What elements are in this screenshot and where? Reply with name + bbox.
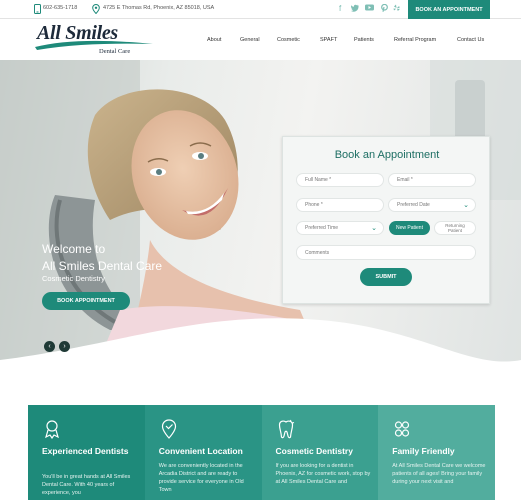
nav-referral-program[interactable]: Referral Program	[394, 37, 436, 43]
feature-body: You'll be in great hands at All Smiles D…	[42, 474, 131, 496]
location-pin-icon	[161, 419, 176, 439]
hero-welcome-line1: Welcome to	[42, 242, 106, 256]
preferred-date-label: Preferred Date	[397, 202, 430, 208]
book-appointment-top-button[interactable]: BOOK AN APPOINTMENT	[408, 0, 490, 19]
full-name-field[interactable]: Full Name *	[296, 173, 384, 187]
top-bar: 602-635-1718 4725 E Thomas Rd, Phoenix, …	[0, 0, 521, 19]
tooth-award-icon	[45, 420, 59, 439]
feature-title: Experienced Dentists	[42, 446, 129, 456]
preferred-date-select[interactable]: Preferred Date ⌄	[388, 198, 476, 212]
full-name-placeholder: Full Name *	[305, 177, 332, 183]
preferred-time-select[interactable]: Preferred Time ⌄	[296, 221, 384, 235]
comments-placeholder: Comments	[305, 249, 330, 256]
feature-body: We are conveniently located in the Arcad…	[158, 463, 244, 493]
nav-about[interactable]: About	[207, 37, 221, 43]
nav-patients[interactable]: Patients	[354, 37, 374, 43]
returning-patient-label: Returning Patient	[445, 223, 465, 233]
submit-button[interactable]: SUBMIT	[360, 268, 412, 286]
slider-prev-button[interactable]: ‹	[44, 341, 55, 352]
feature-title: Cosmetic Dentistry	[275, 446, 353, 456]
returning-patient-toggle[interactable]: Returning Patient	[434, 221, 476, 235]
features-row: Experienced Dentists You'll be in great …	[28, 405, 495, 500]
facebook-icon[interactable]: f	[339, 4, 341, 14]
family-icon	[395, 421, 410, 437]
feature-card-experienced[interactable]: Experienced Dentists You'll be in great …	[28, 405, 145, 500]
chevron-down-icon: ⌄	[463, 202, 469, 209]
tooth-icon	[278, 419, 294, 439]
new-patient-toggle[interactable]: New Patient	[389, 221, 430, 235]
nav-spaft[interactable]: SPAFT	[320, 37, 337, 43]
email-placeholder: Email *	[397, 177, 413, 183]
feature-card-family[interactable]: Family Friendly At All Smiles Dental Car…	[378, 405, 495, 500]
email-field[interactable]: Email *	[388, 173, 476, 187]
yelp-icon[interactable]	[393, 4, 400, 15]
feature-title: Convenient Location	[158, 446, 243, 456]
chevron-down-icon: ⌄	[371, 225, 377, 232]
youtube-icon[interactable]	[365, 4, 374, 14]
nav-general[interactable]: General	[240, 37, 260, 43]
hero-welcome-line2: All Smiles Dental Care	[42, 259, 163, 273]
feature-title: Family Friendly	[392, 446, 455, 456]
address-text[interactable]: 4725 E Thomas Rd, Phoenix, AZ 85018, USA	[103, 5, 214, 11]
section-spacer	[0, 382, 521, 405]
nav-cosmetic[interactable]: Cosmetic	[277, 37, 300, 43]
comments-field[interactable]: Comments	[296, 245, 476, 260]
feature-body: If you are looking for a dentist in Phoe…	[275, 463, 371, 485]
hero-tagline: Cosmetic Dentistry	[42, 274, 105, 283]
logo[interactable]: All Smiles Dental Care	[33, 22, 158, 58]
feature-body: At All Smiles Dental Care we welcome pat…	[392, 463, 486, 485]
form-title: Book an Appointment	[334, 149, 440, 161]
feature-card-cosmetic[interactable]: Cosmetic Dentistry If you are looking fo…	[261, 405, 379, 500]
location-pin-icon	[92, 3, 100, 15]
slider-next-button[interactable]: ›	[59, 341, 70, 352]
logo-sub-text: Dental Care	[99, 48, 131, 55]
phone-placeholder: Phone *	[305, 202, 323, 208]
twitter-icon[interactable]	[350, 4, 359, 15]
phone-field[interactable]: Phone *	[296, 198, 384, 212]
phone-number[interactable]: 602-635-1718	[43, 5, 77, 11]
logo-swoosh	[35, 40, 153, 50]
pinterest-icon[interactable]	[381, 3, 388, 15]
feature-card-location[interactable]: Convenient Location We are conveniently …	[144, 405, 262, 500]
preferred-time-label: Preferred Time	[305, 225, 339, 231]
hero-book-appointment-button[interactable]: BOOK APPOINTMENT	[42, 292, 130, 310]
phone-icon	[34, 4, 42, 14]
nav-contact-us[interactable]: Contact Us	[457, 37, 484, 43]
